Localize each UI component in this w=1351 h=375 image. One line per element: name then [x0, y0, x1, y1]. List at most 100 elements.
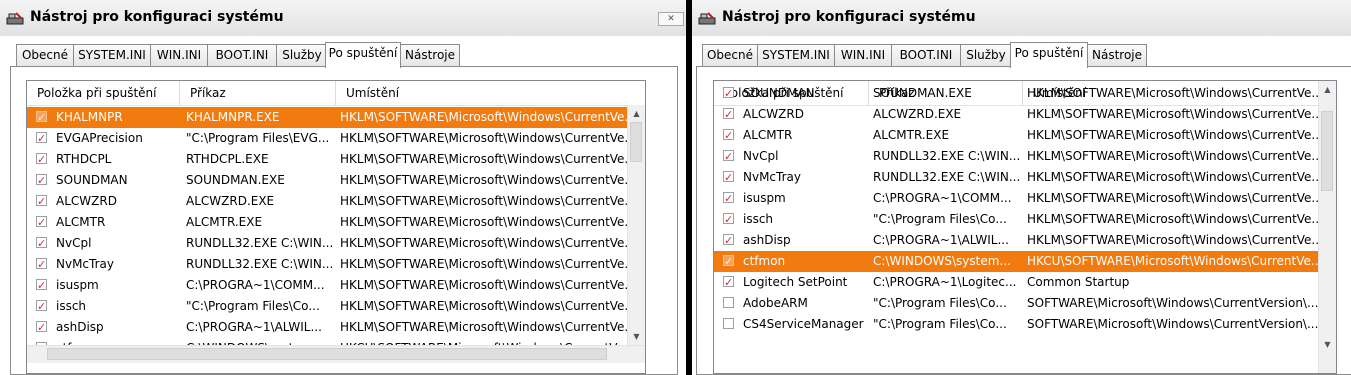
enable-checkbox[interactable]: [723, 209, 734, 230]
horizontal-scrollbar[interactable]: [27, 345, 645, 363]
tab-boot-ini[interactable]: BOOT.INI: [891, 44, 961, 66]
table-row[interactable]: isuspm C:\PROGRA~1\COMM... HKLM\SOFTWARE\M…: [27, 275, 627, 296]
item-name: ALCMTR: [743, 128, 793, 142]
enable-checkbox[interactable]: [36, 233, 47, 254]
tab-po-spusteni[interactable]: Po spuštění: [325, 42, 401, 68]
table-row[interactable]: ALCMTR ALCMTR.EXE HKLM\SOFTWARE\Microsoft\…: [714, 125, 1318, 146]
tab-system-ini[interactable]: SYSTEM.INI: [73, 44, 151, 66]
scroll-thumb[interactable]: [1321, 111, 1333, 191]
table-row[interactable]: ALCWZRD ALCWZRD.EXE HKLM\SOFTWARE\Microsof…: [27, 191, 627, 212]
msconfig-window-left: Nástroj pro konfiguraci systému ✕ Obecné…: [0, 0, 686, 375]
column-header-item[interactable]: Položka při spuštění: [27, 81, 180, 105]
item-command: "C:\Program Files\Co...: [873, 296, 1007, 310]
table-row[interactable]: NvCpl RUNDLL32.EXE C:\WIN... HKLM\SOFTWARE…: [27, 233, 627, 254]
enable-checkbox[interactable]: [723, 230, 734, 251]
item-name: NvMcTray: [743, 170, 801, 184]
scroll-up-button[interactable]: ▲: [628, 105, 645, 122]
table-row[interactable]: NvCpl RUNDLL32.EXE C:\WIN... HKLM\SOFTWARE…: [714, 146, 1318, 167]
enable-checkbox[interactable]: [723, 125, 734, 146]
enable-checkbox[interactable]: [36, 317, 47, 338]
table-row[interactable]: isuspm C:\PROGRA~1\COMM... HKLM\SOFTWARE\M…: [714, 188, 1318, 209]
item-name: ashDisp: [743, 233, 791, 247]
startup-list[interactable]: Položka při spuštění Příkaz Umístění SOU…: [713, 80, 1337, 374]
column-header-command[interactable]: Příkaz: [180, 81, 336, 105]
enable-checkbox[interactable]: [723, 251, 734, 272]
enable-checkbox[interactable]: [723, 272, 734, 293]
item-location: HKLM\SOFTWARE\Microsoft\Windows\CurrentV…: [340, 257, 627, 271]
table-row[interactable]: RTHDCPL RTHDCPL.EXE HKLM\SOFTWARE\Microsof…: [27, 149, 627, 170]
table-row[interactable]: SOUNDMAN SOUNDMAN.EXE HKLM\SOFTWARE\Micros…: [27, 170, 627, 191]
scroll-thumb[interactable]: [630, 122, 642, 162]
enable-checkbox[interactable]: [723, 318, 734, 329]
enable-checkbox[interactable]: [36, 254, 47, 275]
item-command: SOUNDMAN.EXE: [873, 86, 972, 100]
item-name: SOUNDMAN: [56, 173, 128, 187]
close-button[interactable]: ✕: [658, 12, 684, 26]
enable-checkbox[interactable]: [36, 212, 47, 233]
item-command: "C:\Program Files\Co...: [873, 212, 1007, 226]
table-row[interactable]: NvMcTray RUNDLL32.EXE C:\WIN... HKLM\SOFTW…: [27, 254, 627, 275]
item-location: HKLM\SOFTWARE\Microsoft\Windows\CurrentV…: [340, 110, 627, 124]
enable-checkbox[interactable]: [36, 149, 47, 170]
scroll-down-button[interactable]: ▼: [628, 328, 645, 345]
tab-obecne[interactable]: Obecné: [702, 44, 758, 66]
enable-checkbox[interactable]: [723, 297, 734, 308]
table-row[interactable]: AdobeARM "C:\Program Files\Co... SOFTWARE\…: [714, 293, 1318, 314]
tab-win-ini[interactable]: WIN.INI: [150, 44, 208, 66]
enable-checkbox[interactable]: [723, 83, 734, 104]
enable-checkbox[interactable]: [723, 146, 734, 167]
tab-system-ini[interactable]: SYSTEM.INI: [757, 44, 835, 66]
scroll-up-button[interactable]: ▲: [1319, 81, 1336, 98]
item-location: HKLM\SOFTWARE\Microsoft\Windows\CurrentV…: [1027, 191, 1318, 205]
enable-checkbox[interactable]: [36, 107, 47, 128]
hscroll-thumb[interactable]: [47, 348, 607, 360]
column-header-location[interactable]: Umístění: [336, 81, 628, 105]
table-row[interactable]: ALCMTR ALCMTR.EXE HKLM\SOFTWARE\Microsoft\…: [27, 212, 627, 233]
tab-win-ini[interactable]: WIN.INI: [834, 44, 892, 66]
startup-list[interactable]: Položka při spuštění Příkaz Umístění KHA…: [26, 80, 646, 374]
item-command: RUNDLL32.EXE C:\WIN...: [186, 236, 334, 250]
enable-checkbox[interactable]: [36, 296, 47, 317]
item-command: "C:\Program Files\Co...: [873, 317, 1007, 331]
table-row[interactable]: Logitech SetPoint C:\PROGRA~1\Logitec... C…: [714, 272, 1318, 293]
tab-nastroje[interactable]: Nástroje: [1087, 44, 1147, 66]
item-name: ALCWZRD: [56, 194, 117, 208]
table-row[interactable]: SOUNDMAN SOUNDMAN.EXE HKLM\SOFTWARE\Micros…: [714, 83, 1318, 104]
tab-sluzby[interactable]: Služby: [276, 44, 328, 66]
enable-checkbox[interactable]: [723, 188, 734, 209]
table-row[interactable]: ashDisp C:\PROGRA~1\ALWIL... HKLM\SOFTWARE…: [714, 230, 1318, 251]
item-location: HKLM\SOFTWARE\Microsoft\Windows\CurrentV…: [340, 173, 627, 187]
enable-checkbox[interactable]: [36, 128, 47, 149]
table-row[interactable]: ashDisp C:\PROGRA~1\ALWIL... HKLM\SOFTWARE…: [27, 317, 627, 338]
table-row[interactable]: issch "C:\Program Files\Co... HKLM\SOFTWAR…: [714, 209, 1318, 230]
item-name: ALCMTR: [56, 215, 106, 229]
enable-checkbox[interactable]: [723, 104, 734, 125]
table-row[interactable]: NvMcTray RUNDLL32.EXE C:\WIN... HKLM\SOFTW…: [714, 167, 1318, 188]
tab-obecne[interactable]: Obecné: [16, 44, 74, 66]
tab-po-spusteni[interactable]: Po spuštění: [1010, 42, 1088, 68]
item-name: NvMcTray: [56, 257, 114, 271]
table-row[interactable]: EVGAPrecision "C:\Program Files\EVG... HKL…: [27, 128, 627, 149]
item-name: NvCpl: [743, 149, 779, 163]
vertical-scrollbar[interactable]: ▲ ▼: [1318, 81, 1336, 373]
vertical-scrollbar[interactable]: ▲ ▼: [627, 105, 645, 345]
enable-checkbox[interactable]: [36, 170, 47, 191]
tab-nastroje[interactable]: Nástroje: [400, 44, 460, 66]
item-command: SOUNDMAN.EXE: [186, 173, 285, 187]
item-command: C:\PROGRA~1\COMM...: [873, 191, 1012, 205]
item-name: issch: [56, 299, 87, 313]
item-command: ALCWZRD.EXE: [186, 194, 275, 208]
enable-checkbox[interactable]: [723, 167, 734, 188]
table-row[interactable]: ALCWZRD ALCWZRD.EXE HKLM\SOFTWARE\Microsof…: [714, 104, 1318, 125]
table-row[interactable]: issch "C:\Program Files\Co... HKLM\SOFTWAR…: [27, 296, 627, 317]
tab-sluzby[interactable]: Služby: [960, 44, 1012, 66]
item-name: NvCpl: [56, 236, 92, 250]
table-row[interactable]: CS4ServiceManager "C:\Program Files\Co...…: [714, 314, 1318, 335]
scroll-down-button[interactable]: ▼: [1319, 336, 1336, 353]
enable-checkbox[interactable]: [36, 275, 47, 296]
tab-boot-ini[interactable]: BOOT.INI: [207, 44, 277, 66]
enable-checkbox[interactable]: [36, 191, 47, 212]
item-name: EVGAPrecision: [56, 131, 143, 145]
table-row[interactable]: ctfmon C:\WINDOWS\system... HKCU\SOFTWARE\…: [714, 251, 1318, 272]
table-row[interactable]: KHALMNPR KHALMNPR.EXE HKLM\SOFTWARE\Micros…: [27, 107, 627, 128]
